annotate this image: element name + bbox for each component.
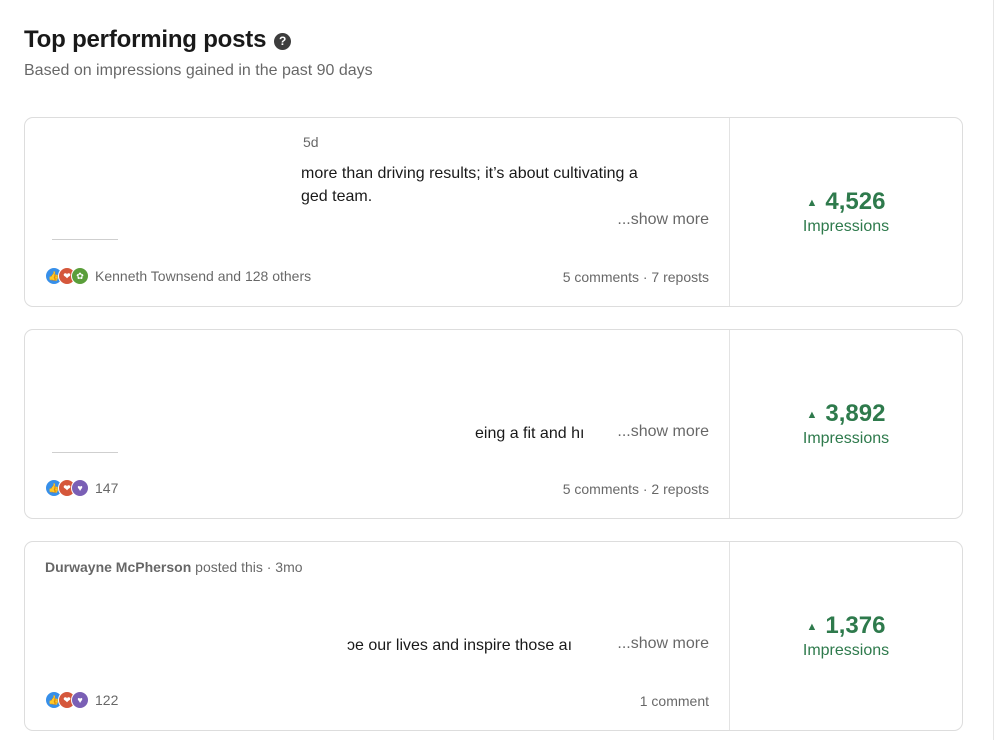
post-text-line: eing a fit and hı: [475, 425, 585, 442]
post-card[interactable]: Durwayne McPherson posted this · 3mo ɔe …: [24, 541, 963, 731]
reactions-summary[interactable]: 👍 ❤ ✿ Kenneth Townsend and 128 others: [45, 267, 311, 285]
impressions-value-row: ▲ 1,376: [807, 612, 886, 640]
impressions-value-row: ▲ 4,526: [807, 188, 886, 216]
post-text-line: ged team.: [301, 188, 373, 205]
impressions-value: 1,376: [825, 612, 886, 639]
engagement-stats[interactable]: 5 comments · 2 reposts: [563, 481, 709, 497]
reaction-icons: 👍 ❤ ✿: [45, 267, 89, 285]
impressions-summary[interactable]: ▲ 3,892 Impressions: [729, 330, 962, 518]
show-more-link[interactable]: ...show more: [617, 423, 709, 441]
author-suffix: posted this · 3mo: [195, 559, 303, 575]
post-time: 5d: [303, 134, 319, 150]
impressions-summary[interactable]: ▲ 1,376 Impressions: [729, 542, 962, 730]
impressions-summary[interactable]: ▲ 4,526 Impressions: [729, 118, 962, 306]
post-content[interactable]: eing a fit and hı ...show more 👍 ❤ ♥ 147…: [25, 330, 730, 518]
reactions-summary[interactable]: 👍 ❤ ♥ 147: [45, 479, 118, 497]
panel-header: Top performing posts ? Based on impressi…: [24, 26, 373, 80]
love-icon: ♥: [71, 479, 89, 497]
engagement-stats[interactable]: 1 comment: [640, 693, 709, 709]
triangle-up-icon: ▲: [806, 409, 818, 421]
top-posts-panel: Top performing posts ? Based on impressi…: [0, 0, 994, 740]
impressions-label: Impressions: [802, 642, 890, 659]
title-row: Top performing posts ?: [24, 26, 373, 54]
page-subtitle: Based on impressions gained in the past …: [24, 62, 373, 79]
impressions-label: Impressions: [802, 218, 890, 235]
help-icon[interactable]: ?: [274, 32, 292, 50]
post-content[interactable]: 5d more than driving results; it’s about…: [25, 118, 730, 306]
show-more-link[interactable]: ...show more: [617, 635, 709, 653]
triangle-up-icon: ▲: [806, 197, 818, 209]
author-name[interactable]: Durwayne McPherson: [45, 559, 191, 575]
impressions-value: 3,892: [825, 400, 886, 427]
post-content[interactable]: Durwayne McPherson posted this · 3mo ɔe …: [25, 542, 730, 730]
reactions-count: 122: [95, 692, 119, 708]
reaction-icons: 👍 ❤ ♥: [45, 691, 89, 709]
post-card[interactable]: eing a fit and hı ...show more 👍 ❤ ♥ 147…: [24, 329, 963, 519]
post-thumbnail[interactable]: [52, 239, 118, 240]
page-title: Top performing posts: [24, 26, 267, 53]
love-icon: ♥: [71, 691, 89, 709]
impressions-value: 4,526: [825, 188, 886, 215]
post-card[interactable]: 5d more than driving results; it’s about…: [24, 117, 963, 307]
show-more-link[interactable]: ...show more: [617, 211, 709, 229]
post-author-line: Durwayne McPherson posted this · 3mo: [45, 559, 303, 575]
reactions-count: 147: [95, 480, 119, 496]
engagement-stats[interactable]: 5 comments · 7 reposts: [563, 269, 709, 285]
post-text-line: more than driving results; it’s about cu…: [301, 165, 638, 182]
reactions-summary[interactable]: 👍 ❤ ♥ 122: [45, 691, 118, 709]
impressions-label: Impressions: [802, 430, 890, 447]
post-thumbnail[interactable]: [52, 452, 118, 453]
support-icon: ✿: [71, 267, 89, 285]
impressions-value-row: ▲ 3,892: [807, 400, 886, 428]
reaction-icons: 👍 ❤ ♥: [45, 479, 89, 497]
triangle-up-icon: ▲: [806, 621, 818, 633]
post-text-line: ɔe our lives and inspire those aı: [347, 637, 573, 654]
reactions-label: Kenneth Townsend and 128 others: [95, 268, 312, 284]
